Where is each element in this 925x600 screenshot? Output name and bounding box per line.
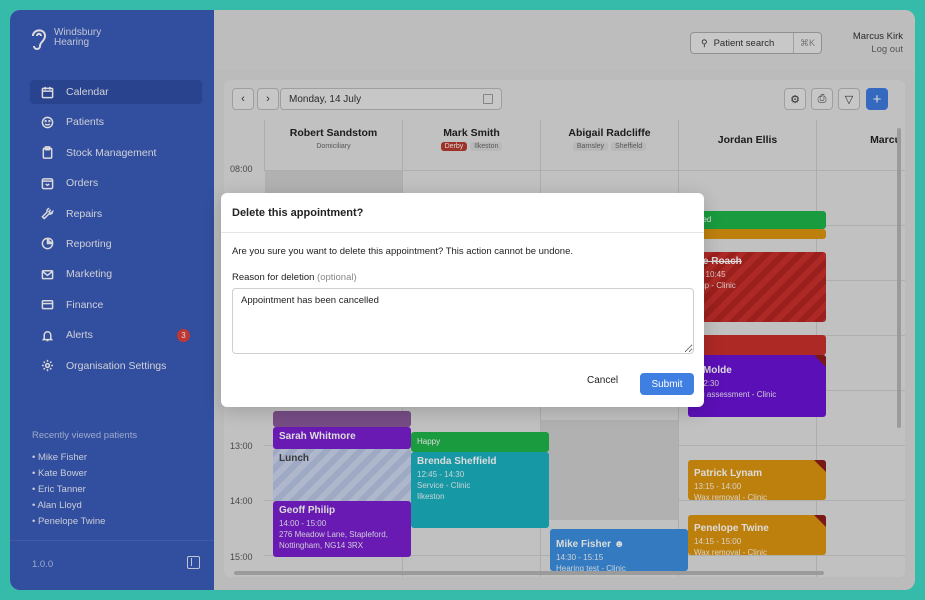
optional-hint: (optional): [317, 272, 357, 283]
submit-button[interactable]: Submit: [640, 373, 694, 395]
reason-label-text: Reason for deletion: [232, 272, 315, 283]
reason-textarea[interactable]: Appointment has been cancelled: [232, 288, 694, 354]
reason-label: Reason for deletion (optional): [232, 272, 357, 283]
cancel-button[interactable]: Cancel: [587, 375, 618, 386]
dialog-message: Are you sure you want to delete this app…: [232, 246, 573, 257]
dialog-title: Delete this appointment?: [232, 207, 364, 219]
delete-appointment-dialog: Delete this appointment? Are you sure yo…: [221, 193, 704, 407]
dialog-divider: [221, 232, 704, 233]
